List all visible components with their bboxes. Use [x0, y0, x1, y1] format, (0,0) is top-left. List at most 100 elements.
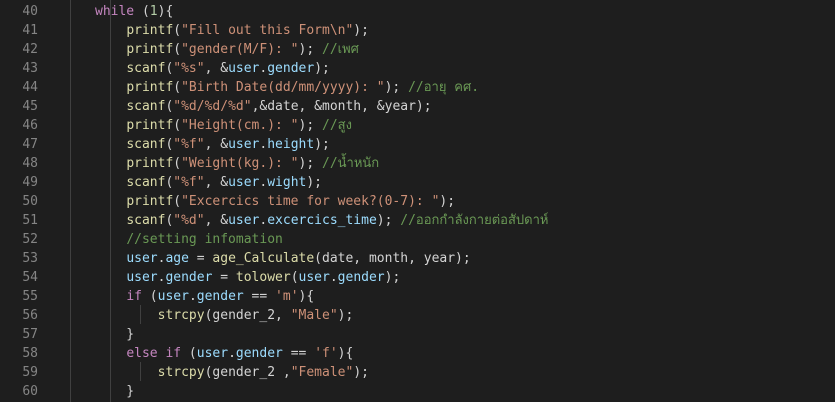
code-token: user: [157, 289, 189, 304]
code-token: strcpy: [157, 365, 205, 380]
code-line[interactable]: 49 scanf("%f", &user.wight);: [0, 173, 835, 192]
code-token: "Male": [290, 308, 338, 323]
code-token: );: [298, 42, 322, 57]
code-line[interactable]: 57 }: [0, 325, 835, 344]
code-token: //setting infomation: [126, 232, 283, 247]
line-number: 51: [22, 213, 38, 228]
code-token: ){: [337, 346, 354, 361]
code-token: scanf: [126, 175, 166, 190]
code-line[interactable]: 40 while (1){: [0, 2, 835, 21]
code-text: }: [95, 325, 134, 344]
code-text: else if (user.gender == 'f'){: [95, 344, 353, 363]
code-token: );: [314, 137, 330, 152]
code-line[interactable]: 50 printf("Excercics time for week?(0-7)…: [0, 192, 835, 211]
code-token: }: [95, 327, 135, 342]
line-number: 49: [22, 175, 38, 190]
code-token: "gender(M/F): ": [181, 42, 299, 57]
code-token: else: [126, 346, 158, 361]
code-token: (: [173, 80, 182, 95]
code-line[interactable]: 56 strcpy(gender_2, "Male");: [0, 306, 835, 325]
code-token: //สูง: [322, 118, 352, 133]
code-token: );: [314, 61, 330, 76]
code-text: }: [95, 382, 134, 401]
code-line[interactable]: 46 printf("Height(cm.): "); //สูง: [0, 116, 835, 135]
line-number: 40: [22, 4, 38, 19]
code-line[interactable]: 55 if (user.gender == 'm'){: [0, 287, 835, 306]
code-text: scanf("%d", &user.excercics_time); //ออก…: [95, 211, 548, 230]
code-token: "Weight(kg.): ": [181, 156, 299, 171]
code-token: //เพศ: [322, 42, 359, 57]
code-line[interactable]: 52 //setting infomation: [0, 230, 835, 249]
code-token: tolower: [235, 270, 291, 285]
code-token: "%f": [173, 175, 205, 190]
code-token: (: [173, 156, 182, 171]
code-line[interactable]: 47 scanf("%f", &user.height);: [0, 135, 835, 154]
code-token: gender: [337, 270, 385, 285]
code-token: user: [228, 137, 260, 152]
code-token: excercics_time: [267, 213, 377, 228]
code-line[interactable]: 59 strcpy(gender_2 ,"Female");: [0, 363, 835, 382]
code-token: "%d/%d/%d": [173, 99, 252, 114]
code-token: );: [306, 175, 323, 190]
code-token: gender: [267, 61, 315, 76]
code-line[interactable]: 41 printf("Fill out this Form\n");: [0, 21, 835, 40]
line-number: 46: [22, 118, 38, 133]
code-token: ){: [298, 289, 315, 304]
code-token: (: [173, 23, 182, 38]
code-text: user.age = age_Calculate(date, month, ye…: [95, 249, 470, 268]
code-text: printf("Height(cm.): "); //สูง: [95, 116, 352, 135]
code-token: "%s": [173, 61, 205, 76]
code-token: printf: [126, 23, 174, 38]
line-number: 45: [22, 99, 38, 114]
code-text: scanf("%d/%d/%d",&date, &month, &year);: [95, 97, 431, 116]
code-token: //น้ำหนัก: [322, 156, 380, 171]
code-line[interactable]: 43 scanf("%s", &user.gender);: [0, 59, 835, 78]
code-token: );: [439, 194, 456, 209]
code-line[interactable]: 45 scanf("%d/%d/%d",&date, &month, &year…: [0, 97, 835, 116]
code-token: if: [165, 346, 182, 361]
code-token: , &: [204, 213, 229, 228]
code-token: "Female": [290, 365, 354, 380]
code-token: );: [353, 23, 369, 38]
code-token: (: [173, 42, 182, 57]
line-number: 50: [22, 194, 38, 209]
line-number: 53: [22, 251, 38, 266]
code-text: user.gender = tolower(user.gender);: [95, 268, 400, 287]
code-line[interactable]: 48 printf("Weight(kg.): "); //น้ำหนัก: [0, 154, 835, 173]
line-number: 57: [22, 327, 38, 342]
code-token: wight: [267, 175, 307, 190]
code-line[interactable]: 44 printf("Birth Date(dd/mm/yyyy): "); /…: [0, 78, 835, 97]
code-line[interactable]: 42 printf("gender(M/F): "); //เพศ: [0, 40, 835, 59]
code-token: 1: [149, 4, 158, 19]
code-editor[interactable]: 40 while (1){41 printf("Fill out this For…: [0, 0, 835, 402]
code-token: gender: [235, 346, 283, 361]
code-token: user: [126, 270, 158, 285]
line-number: 55: [22, 289, 38, 304]
code-token: );: [298, 118, 322, 133]
code-token: "Fill out this Form\n": [181, 23, 354, 38]
code-token: user: [126, 251, 158, 266]
code-token: user: [228, 175, 260, 190]
code-line[interactable]: 58 else if (user.gender == 'f'){: [0, 344, 835, 363]
code-line[interactable]: 53 user.age = age_Calculate(date, month,…: [0, 249, 835, 268]
code-line[interactable]: 54 user.gender = tolower(user.gender);: [0, 268, 835, 287]
code-line[interactable]: 60 }: [0, 382, 835, 401]
code-text: strcpy(gender_2 ,"Female");: [95, 363, 369, 382]
code-token: (: [181, 346, 197, 361]
code-token: (: [290, 270, 299, 285]
code-line[interactable]: 51 scanf("%d", &user.excercics_time); //…: [0, 211, 835, 230]
code-text: if (user.gender == 'm'){: [95, 287, 314, 306]
code-token: );: [384, 270, 401, 285]
code-token: =: [212, 270, 236, 285]
